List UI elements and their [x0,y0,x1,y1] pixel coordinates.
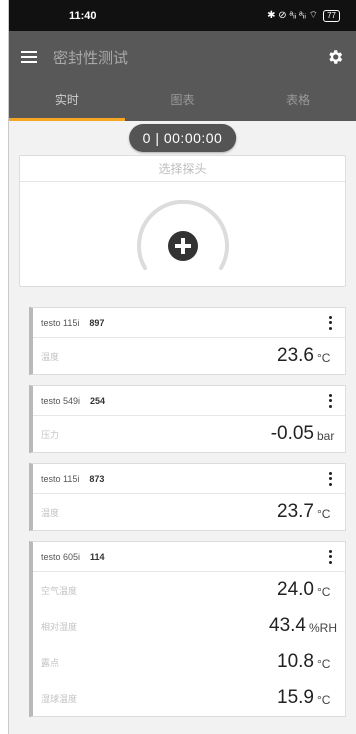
probe-name: testo 115i [41,473,80,484]
measurement-label: 湿球温度 [41,693,78,704]
measurement-value: 23.7 [277,501,314,522]
measurement-value: 43.4 [269,615,306,636]
measurement-label: 压力 [41,429,60,440]
probe-serial: 873 [89,473,105,484]
probe-name: testo 115i [41,317,80,328]
measurement-row: 露点 10.8 °C [33,644,345,680]
select-probe-label: 选择探头 [20,156,345,182]
phone-screen: 11:40 ✱ ⊘ ᵃᵢᵢ ᵃᵢᵢ ⌔ 77 密封性测试 实时 图表 表格 0 … [8,0,356,734]
measurement-value: 10.8 [277,651,314,672]
probe-card: testo 549i 254 压力 -0.05 bar [29,385,346,453]
status-bar: 11:40 ✱ ⊘ ᵃᵢᵢ ᵃᵢᵢ ⌔ 77 [9,0,356,31]
add-probe-icon[interactable] [133,194,233,274]
probe-card: testo 605i 114 空气温度 24.0 °C 相对湿度 43.4 %R… [29,541,346,717]
measurement-value: 15.9 [277,687,314,708]
measurement-row: 相对湿度 43.4 %RH [33,608,345,644]
measurement-label: 空气温度 [41,585,78,596]
probe-list: testo 115i 897 温度 23.6 °C testo 549i 254… [9,307,356,717]
probe-serial: 254 [90,395,106,406]
more-options-icon[interactable] [325,549,335,564]
measurement-value: 24.0 [277,579,314,600]
status-icons: ✱ ⊘ ᵃᵢᵢ ᵃᵢᵢ ⌔ 77 [267,9,340,22]
measurement-unit: °C [317,507,331,521]
signal-wifi-icons: ✱ ⊘ ᵃᵢᵢ ᵃᵢᵢ ⌔ [267,10,319,21]
select-probe-card[interactable]: 选择探头 [19,155,346,287]
measurement-row: 空气温度 24.0 °C [33,572,345,608]
probe-card: testo 115i 873 温度 23.7 °C [29,463,346,531]
measurement-row: 压力 -0.05 bar [33,416,345,452]
probe-name: testo 549i [41,395,81,406]
measurement-unit: °C [317,585,331,599]
measurement-label: 温度 [41,351,60,362]
gear-icon[interactable] [326,48,344,66]
probe-card-header: testo 115i 873 [33,464,345,494]
tab-table[interactable]: 表格 [240,83,356,121]
measurement-row: 湿球温度 15.9 °C [33,680,345,716]
status-time: 11:40 [69,9,97,22]
measurement-label: 温度 [41,507,60,518]
probe-serial: 897 [89,317,105,328]
measurement-label: 露点 [41,657,60,668]
measurement-unit: bar [317,429,335,443]
more-options-icon[interactable] [325,471,335,486]
battery-icon: 77 [323,9,340,22]
probe-card-header: testo 549i 254 [33,386,345,416]
measurement-unit: %RH [308,621,337,635]
measurement-unit: °C [317,657,331,671]
tab-chart[interactable]: 图表 [125,83,241,121]
measurement-row: 温度 23.7 °C [33,494,345,530]
menu-icon[interactable] [21,51,37,63]
measurement-timer[interactable]: 0 | 00:00:00 [128,124,237,152]
measurement-value: 23.6 [277,345,314,366]
outer-margin [0,0,8,734]
probe-card: testo 115i 897 温度 23.6 °C [29,307,346,375]
page-title: 密封性测试 [53,49,129,67]
probe-card-header: testo 605i 114 [33,542,345,572]
measurement-value: -0.05 [270,423,314,444]
timer-area: 0 | 00:00:00 [9,121,356,155]
measurement-row: 温度 23.6 °C [33,338,345,374]
tab-live[interactable]: 实时 [9,83,125,121]
measurement-unit: °C [317,693,331,707]
more-options-icon[interactable] [325,393,335,408]
measurement-label: 相对湿度 [41,621,78,632]
probe-card-header: testo 115i 897 [33,308,345,338]
measurement-unit: °C [317,351,331,365]
tab-bar: 实时 图表 表格 [9,83,356,121]
app-bar: 密封性测试 [9,31,356,83]
probe-name: testo 605i [41,551,81,562]
probe-serial: 114 [90,551,105,562]
more-options-icon[interactable] [325,315,335,330]
